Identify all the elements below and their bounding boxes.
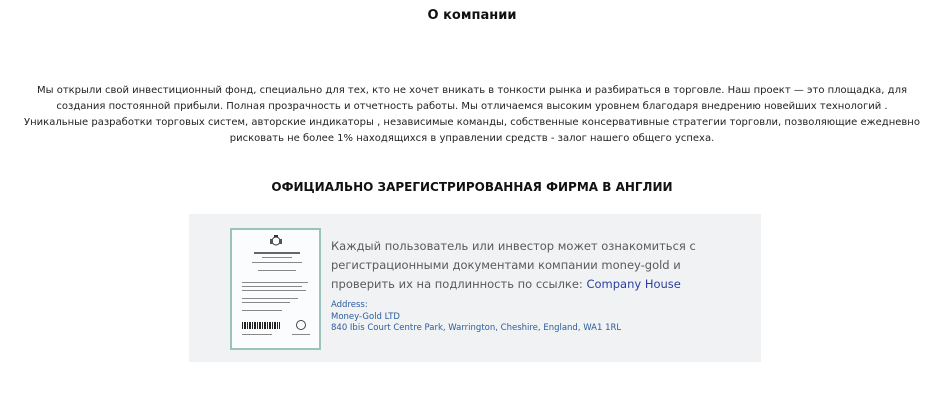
barcode-icon	[242, 322, 280, 329]
company-house-link[interactable]: Company House	[586, 277, 680, 291]
registration-card: Каждый пользователь или инвестор может о…	[189, 214, 761, 362]
address-label: Address:	[331, 300, 368, 310]
address-line: 840 Ibis Court Centre Park, Warrington, …	[331, 323, 622, 333]
registration-heading: ОФИЦИАЛЬНО ЗАРЕГИСТРИРОВАННАЯ ФИРМА В АН…	[271, 180, 673, 194]
company-address: Address: Money-Gold LTD 840 Ibis Court C…	[331, 300, 751, 335]
about-paragraph: Мы открыли свой инвестиционный фонд, спе…	[24, 85, 920, 144]
crest-icon	[270, 235, 282, 246]
certificate-document-icon[interactable]	[230, 228, 321, 350]
page-title: О компании	[427, 8, 517, 23]
registration-description: Каждый пользователь или инвестор может о…	[331, 237, 741, 294]
company-name: Money-Gold LTD	[331, 311, 400, 322]
seal-icon	[296, 320, 306, 330]
